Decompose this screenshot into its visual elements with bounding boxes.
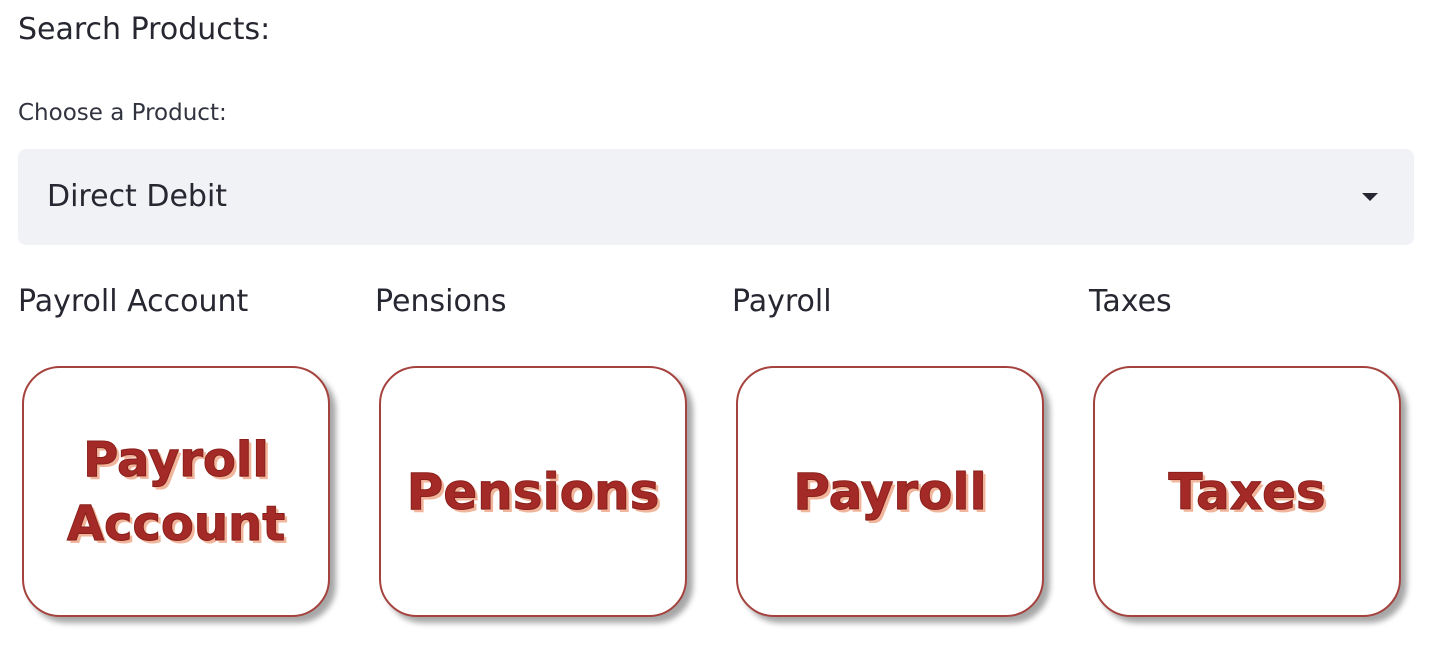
- product-column-taxes: Taxes Taxes: [1089, 280, 1429, 617]
- product-column-payroll-account: Payroll Account Payroll Account: [18, 280, 358, 617]
- caret-down-icon[interactable]: [1362, 193, 1378, 201]
- product-tile-text: Payroll: [793, 462, 987, 521]
- product-title: Taxes: [1089, 284, 1172, 319]
- product-select[interactable]: Direct Debit: [18, 149, 1414, 245]
- product-title: Payroll Account: [18, 284, 249, 319]
- product-tile-taxes[interactable]: Taxes: [1093, 366, 1401, 617]
- product-select-value: Direct Debit: [47, 179, 228, 214]
- product-tile-text: Payroll Account: [66, 431, 286, 552]
- product-tile-payroll[interactable]: Payroll: [736, 366, 1044, 617]
- product-tile-payroll-account[interactable]: Payroll Account: [22, 366, 330, 617]
- product-select-label: Choose a Product:: [18, 100, 227, 126]
- product-tile-text: Pensions: [406, 462, 660, 521]
- page: Search Products: Choose a Product: Direc…: [0, 0, 1440, 656]
- product-tile-text: Taxes: [1168, 462, 1326, 521]
- product-title: Payroll: [732, 284, 832, 319]
- product-column-pensions: Pensions Pensions: [375, 280, 715, 617]
- product-tile-pensions[interactable]: Pensions: [379, 366, 687, 617]
- section-title: Search Products:: [18, 12, 271, 47]
- product-column-payroll: Payroll Payroll: [732, 280, 1072, 617]
- product-title: Pensions: [375, 284, 507, 319]
